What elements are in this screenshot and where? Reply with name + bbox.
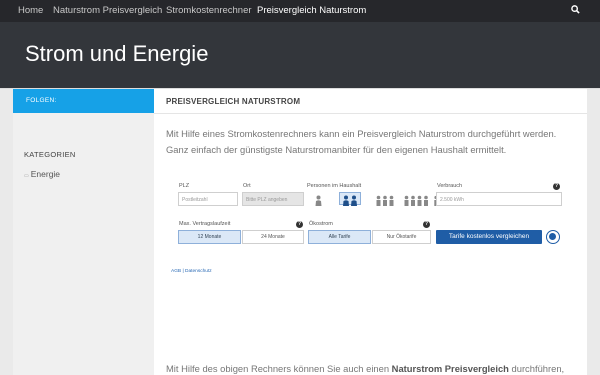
top-navigation: Home Naturstrom Preisvergleich Stromkost… xyxy=(0,0,600,22)
page-title: PREISVERGLEICH NATURSTROM xyxy=(166,97,301,106)
nav-item-home[interactable]: Home xyxy=(18,5,43,17)
follow-label: FOLGEN: xyxy=(26,97,57,104)
three-persons-icon xyxy=(376,195,394,206)
plz-input[interactable]: Postleitzahl xyxy=(178,192,238,206)
eco-help-icon[interactable]: ? xyxy=(423,221,430,228)
nav-item-preisvergleich-naturstrom[interactable]: Preisvergleich Naturstrom xyxy=(257,5,366,17)
persons-label: Personen im Haushalt xyxy=(307,183,362,189)
eco-all-tariffs-button[interactable]: Alle Tarife xyxy=(308,230,371,244)
eco-label: Ökostrom xyxy=(309,221,333,227)
sidebar: KATEGORIEN ▭ Energie xyxy=(13,113,154,375)
tuev-seal-icon xyxy=(546,230,560,244)
nav-item-naturstrom-preisvergleich[interactable]: Naturstrom Preisvergleich xyxy=(53,5,162,17)
plz-label: PLZ xyxy=(179,183,190,189)
persons-2-button[interactable] xyxy=(339,192,361,206)
person-icon xyxy=(315,195,322,206)
categories-heading: KATEGORIEN xyxy=(24,150,76,159)
persons-3-button[interactable] xyxy=(374,192,394,206)
folder-icon: ▭ xyxy=(24,173,29,179)
compare-tariffs-button[interactable]: Tarife kostenlos vergleichen xyxy=(436,230,542,244)
title-divider xyxy=(154,113,587,114)
ort-input[interactable]: Bitte PLZ angeben xyxy=(242,192,304,206)
site-title[interactable]: Strom und Energie xyxy=(25,40,208,68)
bottom-text-start: Mit Hilfe des obigen Rechners können Sie… xyxy=(166,363,392,374)
follow-bar: FOLGEN: xyxy=(13,89,154,113)
bottom-text-bold: Naturstrom Preisvergleich xyxy=(391,363,509,374)
intro-paragraph: Mit Hilfe eines Stromkostenrechners kann… xyxy=(166,128,557,155)
eco-only-button[interactable]: Nur Ökotarife xyxy=(372,230,431,244)
persons-1-button[interactable] xyxy=(311,192,326,206)
term-24-months-button[interactable]: 24 Monate xyxy=(242,230,304,244)
term-help-icon[interactable]: ? xyxy=(296,221,303,228)
bottom-paragraph: Mit Hilfe des obigen Rechners können Sie… xyxy=(166,363,591,374)
consumption-input[interactable]: 2.500 kWh xyxy=(436,192,562,206)
term-label: Max. Vertragslaufzeit xyxy=(179,221,231,227)
search-icon[interactable] xyxy=(571,5,580,14)
main-content: PREISVERGLEICH NATURSTROM Mit Hilfe eine… xyxy=(154,89,587,375)
consumption-help-icon[interactable]: ? xyxy=(553,183,560,190)
four-persons-icon xyxy=(404,195,428,206)
bottom-text-end: durchführen, xyxy=(508,363,565,374)
two-persons-icon xyxy=(343,195,357,206)
persons-4-button[interactable] xyxy=(402,192,428,206)
footer-links[interactable]: AGB | Datenschutz xyxy=(171,269,212,274)
category-link-energie[interactable]: ▭ Energie xyxy=(24,169,60,179)
nav-item-stromkostenrechner[interactable]: Stromkostenrechner xyxy=(166,5,252,17)
ort-label: Ort xyxy=(243,183,251,189)
category-label: Energie xyxy=(30,169,61,179)
consumption-label: Verbrauch xyxy=(437,183,463,189)
term-12-months-button[interactable]: 12 Monate xyxy=(178,230,241,244)
